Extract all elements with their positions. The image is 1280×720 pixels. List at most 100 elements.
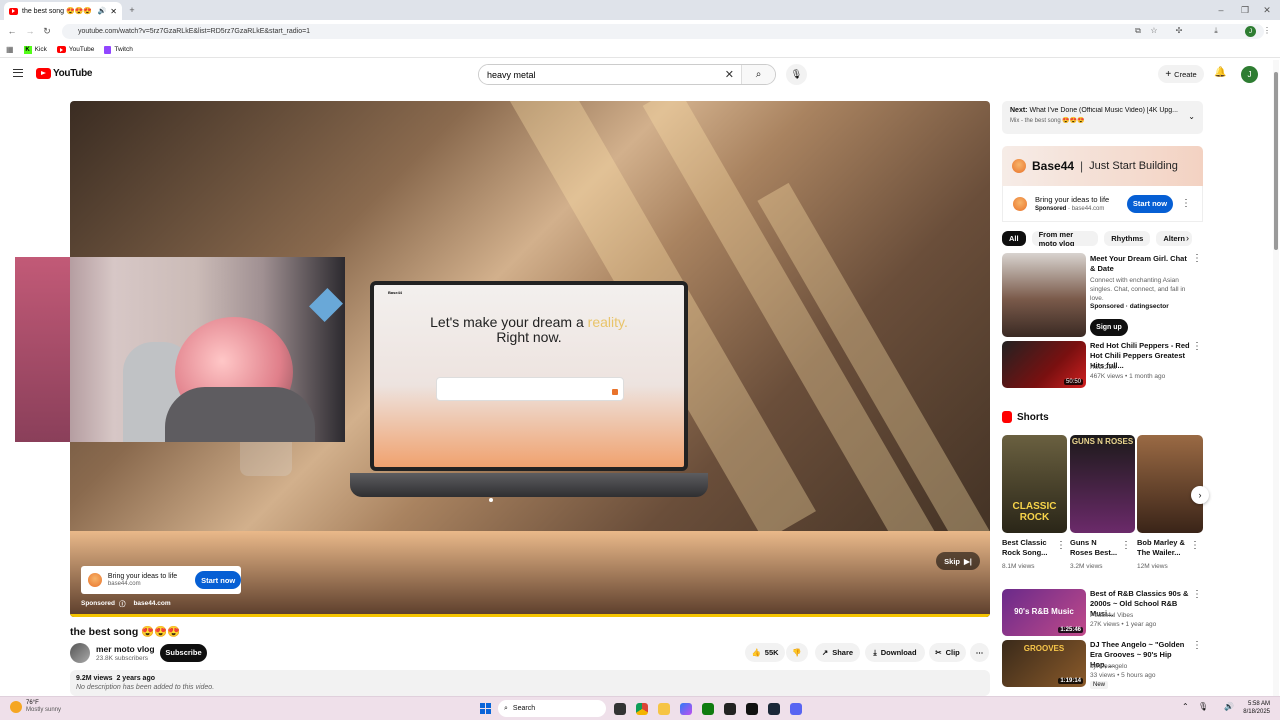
channel-rock2bu[interactable]: Rock2Bu — [1090, 363, 1116, 372]
new-tab-icon[interactable]: + — [126, 3, 138, 17]
expand-chevron-icon[interactable]: ⌄ — [1188, 112, 1195, 121]
close-tab-icon[interactable]: ✕ — [110, 7, 117, 16]
sidebar-start-now-button[interactable]: Start now — [1127, 194, 1173, 213]
clear-search-icon[interactable]: ✕ — [717, 68, 741, 81]
download-button[interactable]: ⤓ Download — [865, 643, 925, 662]
item-menu-icon[interactable]: ⋮ — [1192, 341, 1202, 352]
description-text: No description has been added to this vi… — [76, 684, 215, 691]
task-view-icon[interactable] — [614, 703, 626, 715]
share-button[interactable]: ↗ Share — [815, 643, 860, 662]
account-avatar[interactable]: J — [1241, 66, 1258, 83]
youtube-logo[interactable]: YouTube — [36, 68, 93, 79]
more-actions-button[interactable]: ⋯ — [970, 643, 989, 662]
channel-peaceful-vibes[interactable]: Peaceful Vibes — [1090, 611, 1133, 620]
up-next-panel[interactable]: Next: What I've Done (Official Music Vid… — [1002, 101, 1203, 134]
extensions-icon[interactable]: ✣ — [1173, 24, 1185, 38]
sidebar-ad-card[interactable]: Bring your ideas to life Sponsored · bas… — [1002, 186, 1203, 222]
sign-up-button[interactable]: Sign up — [1090, 319, 1128, 336]
bookmark-twitch[interactable]: Twitch — [104, 45, 133, 54]
item-menu-icon[interactable]: ⋮ — [1192, 640, 1202, 651]
description-box[interactable]: 9.2M views 2 years ago No description ha… — [70, 670, 990, 696]
tray-chevron-icon[interactable]: ⌃ — [1182, 702, 1189, 711]
video-thumbnail[interactable]: 50:50 — [1002, 341, 1086, 388]
app-icon[interactable] — [724, 703, 736, 715]
channel-djtheeangelo[interactable]: djtheeangelo — [1090, 662, 1127, 671]
sponsored-thumbnail[interactable] — [1002, 253, 1086, 337]
mic-tray-icon[interactable]: 🎙 — [1198, 702, 1208, 711]
address-bar[interactable]: youtube.com/watch?v=5rz7GzaRLkE&list=RD5… — [62, 24, 1264, 39]
profile-avatar[interactable]: J — [1245, 26, 1256, 37]
discord-icon[interactable] — [790, 703, 802, 715]
youtube-icon — [56, 46, 66, 53]
chip-next-chevron-icon[interactable]: › — [1186, 233, 1189, 243]
voice-search-button[interactable]: 🎙 — [786, 64, 807, 85]
video-thumbnail[interactable]: GROOVES 1:19:14 — [1002, 640, 1086, 687]
steam-icon[interactable] — [768, 703, 780, 715]
minimize-icon[interactable]: – — [1214, 3, 1228, 17]
skip-ad-button[interactable]: Skip ▶| — [936, 552, 980, 570]
browser-menu-icon[interactable]: ⋮ — [1262, 24, 1272, 38]
scrollbar-thumb[interactable] — [1274, 72, 1278, 250]
video-thumbnail[interactable]: 90's R&B Music 1:25:46 — [1002, 589, 1086, 636]
short-thumbnail[interactable] — [1137, 435, 1203, 533]
clock[interactable]: 5:58 AM 8/18/2025 — [1240, 700, 1270, 716]
sponsored-domain[interactable]: base44.com — [133, 600, 170, 607]
bookmark-kick[interactable]: K Kick — [23, 45, 47, 54]
bookmark-youtube[interactable]: YouTube — [56, 46, 94, 53]
subscribe-button[interactable]: Subscribe — [160, 644, 207, 662]
forward-icon[interactable]: → — [24, 24, 36, 38]
install-icon[interactable]: ⧉ — [1132, 24, 1144, 38]
like-button[interactable]: 👍 55K — [745, 643, 785, 662]
progress-dot — [489, 498, 493, 502]
browser-tab[interactable]: the best song 😍😍😍 - Yo 🔊 ✕ — [4, 2, 122, 20]
short-thumbnail[interactable]: CLASSIC ROCK — [1002, 435, 1067, 533]
reload-icon[interactable]: ↻ — [41, 24, 53, 38]
short-menu-icon[interactable]: ⋮ — [1121, 540, 1131, 551]
short-title[interactable]: Guns N Roses Best... — [1070, 538, 1120, 558]
weather-widget[interactable]: 76°F Mostly sunny — [10, 700, 61, 714]
start-icon[interactable] — [480, 703, 491, 714]
epic-games-icon[interactable] — [746, 703, 758, 715]
file-explorer-icon[interactable] — [658, 703, 670, 715]
bookmark-star-icon[interactable]: ☆ — [1148, 24, 1160, 38]
short-views: 12M views — [1137, 563, 1168, 570]
create-button[interactable]: + Create — [1158, 65, 1204, 83]
back-icon[interactable]: ← — [6, 24, 18, 38]
ad-start-now-button[interactable]: Start now — [195, 571, 241, 589]
item-menu-icon[interactable]: ⋮ — [1192, 589, 1202, 600]
dislike-button[interactable]: 👎 — [786, 643, 808, 662]
chrome-icon[interactable] — [636, 703, 648, 715]
search-input[interactable] — [479, 65, 718, 84]
page-scrollbar[interactable] — [1273, 60, 1279, 696]
search-button[interactable]: ⌕ — [741, 65, 775, 84]
item-menu-icon[interactable]: ⋮ — [1192, 253, 1202, 264]
chip-rhythms[interactable]: Rhythms — [1104, 231, 1151, 246]
hamburger-menu-icon[interactable] — [13, 69, 23, 77]
chip-all[interactable]: All — [1002, 231, 1026, 246]
short-menu-icon[interactable]: ⋮ — [1056, 540, 1066, 551]
taskbar-search[interactable]: ⌕ Search — [498, 700, 606, 717]
xbox-icon[interactable] — [702, 703, 714, 715]
copilot-icon[interactable] — [680, 703, 692, 715]
short-menu-icon[interactable]: ⋮ — [1190, 540, 1200, 551]
sponsored-title[interactable]: Meet Your Dream Girl. Chat & Date — [1090, 254, 1190, 274]
channel-name[interactable]: mer moto vlog — [96, 644, 155, 654]
chip-from-channel[interactable]: From mer moto vlog — [1031, 231, 1099, 246]
shorts-next-chevron-icon[interactable]: › — [1191, 486, 1209, 504]
short-views: 3.2M views — [1070, 563, 1103, 570]
close-window-icon[interactable]: ✕ — [1260, 3, 1274, 17]
clip-button[interactable]: ✂ Clip — [929, 643, 966, 662]
channel-avatar[interactable] — [70, 643, 90, 663]
restore-icon[interactable]: ❐ — [1238, 3, 1252, 17]
info-icon[interactable]: ⓘ — [119, 598, 126, 608]
short-thumbnail[interactable]: GUNS N ROSES — [1070, 435, 1135, 533]
short-title[interactable]: Bob Marley & The Wailer... — [1137, 538, 1189, 558]
download-icon[interactable]: ⤓ — [1210, 24, 1222, 38]
notifications-bell-icon[interactable]: 🔔 — [1214, 67, 1226, 78]
apps-grid-icon[interactable]: ▦ — [6, 45, 14, 54]
short-title[interactable]: Best Classic Rock Song... — [1002, 538, 1054, 558]
video-ad-card[interactable]: Bring your ideas to life base44.com Star… — [81, 566, 241, 594]
sidebar-ad-banner[interactable]: Base44 | Just Start Building — [1002, 146, 1203, 186]
ad-menu-icon[interactable]: ⋮ — [1181, 198, 1191, 209]
volume-tray-icon[interactable]: 🔊 — [1224, 702, 1234, 711]
